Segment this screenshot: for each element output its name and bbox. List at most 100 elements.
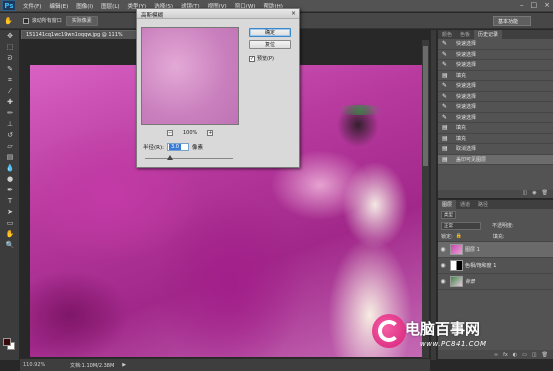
history-item[interactable]: ▤ 盖印可见图层 [438, 154, 553, 165]
layer-name[interactable]: 背景 [465, 278, 475, 285]
brush-tool-icon[interactable]: ✏ [1, 108, 19, 118]
tab-channels[interactable]: 通道 [456, 200, 474, 209]
history-item[interactable]: ▤ 填充 [438, 134, 553, 144]
foreground-color-swatch[interactable] [3, 338, 11, 346]
zoom-level[interactable]: 110.92% [20, 362, 50, 368]
brush-icon: ✎ [442, 103, 448, 111]
move-tool-icon[interactable]: ✥ [1, 31, 19, 41]
watermark-brand: 电脑百事网 [405, 320, 481, 338]
path-select-tool-icon[interactable]: ➤ [1, 207, 19, 217]
type-tool-icon[interactable]: T [1, 196, 19, 206]
tab-paths[interactable]: 路径 [474, 200, 492, 209]
history-item[interactable]: ✎ 快速选择 [438, 60, 553, 71]
visibility-eye-icon[interactable]: ◉ [438, 246, 448, 253]
layer-kind-select[interactable]: 类型 [441, 210, 456, 219]
menu-layer[interactable]: 图层(L) [97, 2, 123, 10]
new-layer-icon[interactable]: ◫ [532, 352, 537, 358]
status-arrow-icon[interactable]: ▶ [122, 362, 126, 368]
tab-layers[interactable]: 图层 [438, 200, 457, 209]
menu-file[interactable]: 文件(F) [19, 2, 45, 10]
snapshot-icon[interactable]: ◫ [523, 190, 528, 198]
fill-icon: ▤ [442, 71, 448, 79]
blend-mode-select[interactable]: 正常 [441, 221, 481, 230]
fit-screen-button[interactable]: 实际像素 [65, 15, 98, 26]
layer-thumbnail [450, 244, 463, 255]
preview-checkbox[interactable]: ✓ [249, 55, 255, 62]
scroll-all-checkbox[interactable] [22, 17, 29, 24]
history-item[interactable]: ▤ 填充 [438, 71, 553, 81]
maximize-icon[interactable]: □ [531, 1, 538, 9]
history-item[interactable]: ▤ 取消选择 [438, 144, 553, 155]
folder-icon[interactable]: ▭ [522, 352, 527, 358]
panel-dock-strip [430, 30, 436, 360]
quick-select-tool-icon[interactable]: ✎ [1, 64, 19, 74]
history-item[interactable]: ✎ 快速选择 [438, 50, 553, 60]
workspace-select[interactable]: 基本功能 [493, 16, 531, 26]
layer-thumbnail [450, 260, 463, 271]
layer-name[interactable]: 图层 1 [465, 246, 480, 253]
gradient-tool-icon[interactable]: ▤ [1, 152, 19, 162]
fx-icon[interactable]: fx [503, 352, 508, 358]
layer-row[interactable]: ◉ 背景 [438, 274, 553, 290]
visibility-eye-icon[interactable]: ◉ [438, 262, 448, 269]
tab-color[interactable]: 颜色 [438, 30, 456, 39]
blur-tool-icon[interactable]: 💧 [1, 163, 19, 173]
stamp-tool-icon[interactable]: ⊥ [1, 119, 19, 129]
healing-tool-icon[interactable]: ✚ [1, 97, 19, 107]
ok-button[interactable]: 确定 [249, 28, 291, 37]
canvas-scrollbar[interactable] [422, 40, 429, 358]
trash-icon[interactable]: 🗑 [542, 352, 548, 358]
blur-preview[interactable] [141, 27, 239, 125]
fill-icon: ▤ [442, 145, 448, 153]
layer-row[interactable]: ◉ 色相/饱和度 1 [438, 258, 553, 274]
shape-tool-icon[interactable]: ▭ [1, 218, 19, 228]
close-icon[interactable]: × [291, 10, 296, 17]
tab-history[interactable]: 历史记录 [474, 30, 503, 39]
history-item[interactable]: ✎ 快速选择 [438, 39, 553, 50]
dodge-tool-icon[interactable]: ● [1, 174, 19, 184]
history-item-label: 快速选择 [456, 93, 477, 100]
zoom-in-button[interactable]: + [207, 130, 214, 136]
history-item[interactable]: ✎ 快速选择 [438, 102, 553, 113]
marquee-tool-icon[interactable]: ⬚ [1, 42, 19, 52]
layer-row[interactable]: ◉ 图层 1 [438, 242, 553, 258]
layer-name[interactable]: 色相/饱和度 1 [465, 262, 496, 269]
history-item[interactable]: ▤ 填充 [438, 123, 553, 134]
history-item[interactable]: ✎ 快速选择 [438, 113, 553, 123]
minimize-icon[interactable]: – [520, 1, 524, 9]
link-icon[interactable]: ∞ [494, 352, 498, 358]
mask-icon[interactable]: ◐ [513, 352, 517, 358]
hand-tool-icon[interactable]: ✋ [4, 17, 13, 25]
radius-slider-handle[interactable] [167, 155, 173, 160]
dialog-title: 高斯模糊 [137, 9, 299, 19]
crop-tool-icon[interactable]: ⌗ [1, 75, 19, 85]
close-window-icon[interactable]: × [544, 1, 550, 9]
fill-icon: ▤ [442, 124, 448, 132]
visibility-eye-icon[interactable]: ◉ [438, 278, 448, 285]
window-controls: – □ × [520, 1, 550, 9]
document-tab[interactable]: 151141cq1wc19wn1oqqw.jpg @ 111% [21, 30, 139, 39]
menu-edit[interactable]: 编辑(E) [45, 2, 72, 10]
zoom-tool-icon[interactable]: 🔍 [1, 240, 19, 250]
reset-button[interactable]: 复位 [249, 40, 291, 49]
history-brush-icon[interactable]: ↺ [1, 130, 19, 140]
menu-image[interactable]: 图像(I) [72, 2, 97, 10]
camera-icon[interactable]: ◉ [532, 190, 536, 198]
trash-icon[interactable]: 🗑 [542, 190, 548, 198]
eyedropper-tool-icon[interactable]: ⁄ [1, 86, 19, 96]
radius-input[interactable]: 3.0 [166, 143, 189, 151]
lasso-tool-icon[interactable]: ᘐ [1, 53, 19, 63]
radius-row: 半径(R): 3.0 像素 [143, 143, 203, 151]
brush-icon: ✎ [442, 113, 448, 121]
history-item[interactable]: ✎ 快速选择 [438, 92, 553, 102]
history-item[interactable]: ✎ 快速选择 [438, 81, 553, 92]
photoshop-logo: Ps [2, 0, 16, 11]
hand-tool-icon[interactable]: ✋ [1, 229, 19, 239]
eraser-tool-icon[interactable]: ▱ [1, 141, 19, 151]
lock-icon[interactable]: 🔒 [456, 233, 462, 239]
radius-unit: 像素 [191, 145, 203, 151]
radius-slider[interactable] [145, 155, 233, 160]
tab-swatches[interactable]: 色板 [456, 30, 474, 39]
pen-tool-icon[interactable]: ✒ [1, 185, 19, 195]
zoom-out-button[interactable]: − [167, 130, 173, 136]
